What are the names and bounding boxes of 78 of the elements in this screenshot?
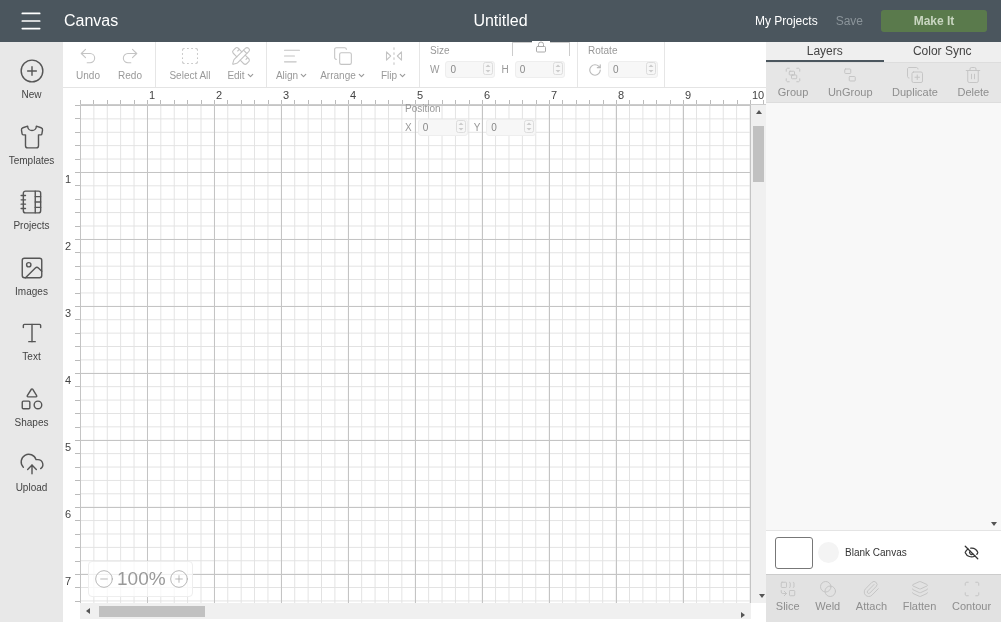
scroll-thumb[interactable] — [753, 126, 764, 182]
scroll-thumb[interactable] — [99, 605, 205, 617]
number-field[interactable]: 0 — [514, 61, 565, 78]
stacked-squares-icon — [333, 46, 353, 66]
ruler-number: 5 — [65, 442, 72, 453]
redo-icon — [120, 46, 140, 66]
visibility-toggle[interactable] — [964, 545, 979, 560]
rotate-label: Rotate — [588, 45, 618, 56]
ruler-number: 8 — [618, 90, 625, 101]
lock-icon[interactable] — [535, 41, 547, 53]
group-icon — [784, 66, 803, 84]
sidebar-item[interactable]: Shapes — [0, 381, 63, 447]
sidebar-item[interactable]: Images — [0, 250, 63, 316]
horizontal-scrollbar[interactable] — [80, 603, 751, 619]
vertical-scrollbar[interactable] — [751, 105, 766, 603]
layer-row[interactable]: Blank Canvas — [766, 530, 1001, 575]
field-label: W — [430, 64, 440, 75]
scroll-arrow-icon[interactable] — [754, 108, 763, 116]
layer-thumbnail — [775, 536, 813, 569]
ruler-number: 2 — [65, 241, 72, 252]
ruler-number: 3 — [65, 308, 72, 319]
ruler-number: 4 — [65, 375, 72, 386]
zoom-level: 100% — [117, 568, 166, 590]
spinner-icon[interactable] — [455, 120, 466, 133]
app-title: Canvas — [64, 12, 119, 30]
layer-name: Blank Canvas — [845, 547, 907, 558]
ruler-number: 2 — [216, 90, 223, 101]
paperclip-icon — [862, 580, 881, 598]
spinner-icon[interactable] — [524, 120, 535, 133]
zoom-out-button[interactable] — [94, 569, 114, 589]
spinner-icon[interactable] — [646, 62, 656, 75]
field-label: H — [501, 64, 509, 75]
sidebar-item[interactable]: Templates — [0, 119, 63, 185]
slice-icon — [778, 580, 797, 598]
spinner-icon[interactable] — [552, 62, 563, 75]
cloud-upload-icon — [18, 451, 45, 477]
header-link[interactable]: My Projects — [754, 14, 818, 28]
ruler-number: 4 — [350, 90, 357, 101]
ruler-number: 1 — [149, 90, 156, 101]
dashed-square-icon — [180, 46, 200, 66]
panel-tab[interactable]: Color Sync — [883, 42, 1001, 62]
scroll-arrow-icon[interactable] — [758, 592, 766, 600]
ruler-number: 7 — [65, 576, 72, 587]
scroll-arrow-icon[interactable] — [84, 607, 92, 615]
ruler-number: 6 — [484, 90, 491, 101]
undo-icon — [78, 46, 98, 66]
flip-icon — [384, 46, 404, 66]
sidebar-item[interactable]: Upload — [0, 447, 63, 513]
duplicate-icon — [905, 66, 924, 84]
size-label: Size — [430, 45, 450, 56]
weld-icon — [818, 580, 837, 598]
ruler-number: 5 — [417, 90, 424, 101]
shirt-icon — [18, 123, 45, 150]
scroll-arrow-icon[interactable] — [739, 611, 747, 619]
ruler-number: 1 — [65, 174, 72, 185]
number-field[interactable]: 0 — [417, 119, 468, 136]
trash-icon — [964, 66, 983, 84]
pencil-ruler-icon — [231, 46, 251, 66]
ruler-number: 6 — [65, 509, 72, 520]
spinner-icon[interactable] — [483, 62, 494, 75]
document-title: Untitled — [473, 12, 528, 30]
number-field[interactable]: 0 — [608, 61, 658, 78]
sidebar-item[interactable]: Projects — [0, 185, 63, 251]
field-label: Y — [473, 122, 481, 133]
layers-icon — [910, 580, 929, 598]
sidebar-item[interactable]: New — [0, 54, 63, 120]
rotate-icon — [588, 62, 602, 77]
plus-circle-icon — [18, 58, 45, 84]
zoom-in-button[interactable] — [168, 569, 189, 589]
ruler-number: 10 — [752, 90, 765, 101]
number-field[interactable]: 0 — [486, 119, 537, 136]
number-field[interactable]: 0 — [445, 61, 496, 78]
ruler-number: 7 — [551, 90, 558, 101]
sidebar-item[interactable]: Text — [0, 316, 63, 382]
scroll-arrow-icon[interactable] — [990, 520, 998, 528]
ruler-number: 9 — [685, 90, 692, 101]
ruler-number: 3 — [283, 90, 290, 101]
field-label: X — [405, 122, 412, 133]
